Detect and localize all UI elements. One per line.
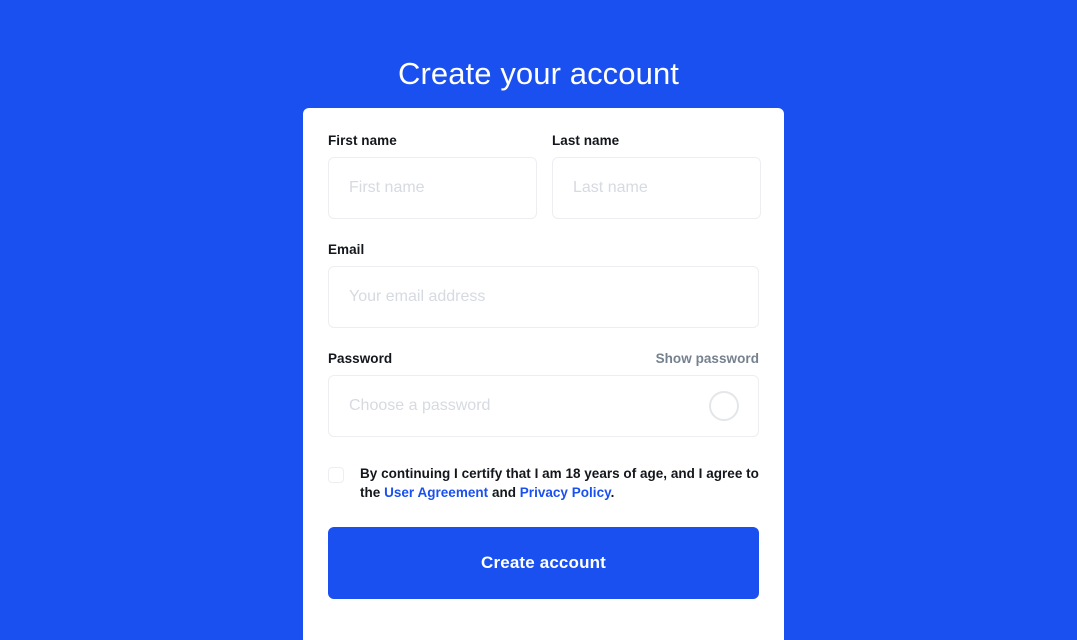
first-name-label: First name xyxy=(328,133,397,148)
privacy-policy-link[interactable]: Privacy Policy xyxy=(520,485,611,500)
consent-text-part-2: and xyxy=(488,485,520,500)
page-title: Create your account xyxy=(397,55,680,91)
last-name-label: Last name xyxy=(552,133,620,148)
last-name-field-group: Last name xyxy=(552,132,761,219)
password-input-wrap xyxy=(328,375,759,437)
circle-ring-icon[interactable] xyxy=(709,391,739,421)
email-input[interactable] xyxy=(328,266,759,328)
signup-page: Create your account First name Last name… xyxy=(0,0,1077,640)
password-header-row: Password Show password xyxy=(328,350,759,367)
password-field-group: Password Show password xyxy=(328,350,759,437)
signup-card: First name Last name Email Password Show… xyxy=(303,108,784,640)
show-password-toggle[interactable]: Show password xyxy=(656,351,759,366)
user-agreement-link[interactable]: User Agreement xyxy=(384,485,488,500)
last-name-input[interactable] xyxy=(552,157,761,219)
consent-checkbox[interactable] xyxy=(328,467,344,483)
email-label: Email xyxy=(328,242,365,257)
password-input[interactable] xyxy=(328,375,759,437)
consent-text: By continuing I certify that I am 18 yea… xyxy=(360,464,759,502)
consent-text-part-3: . xyxy=(610,485,615,500)
email-field-group: Email xyxy=(328,241,759,328)
consent-row: By continuing I certify that I am 18 yea… xyxy=(328,464,759,502)
first-name-field-group: First name xyxy=(328,132,537,219)
first-name-input[interactable] xyxy=(328,157,537,219)
password-label: Password xyxy=(328,351,393,366)
create-account-button[interactable]: Create account xyxy=(328,527,759,599)
name-row: First name Last name xyxy=(328,132,761,219)
